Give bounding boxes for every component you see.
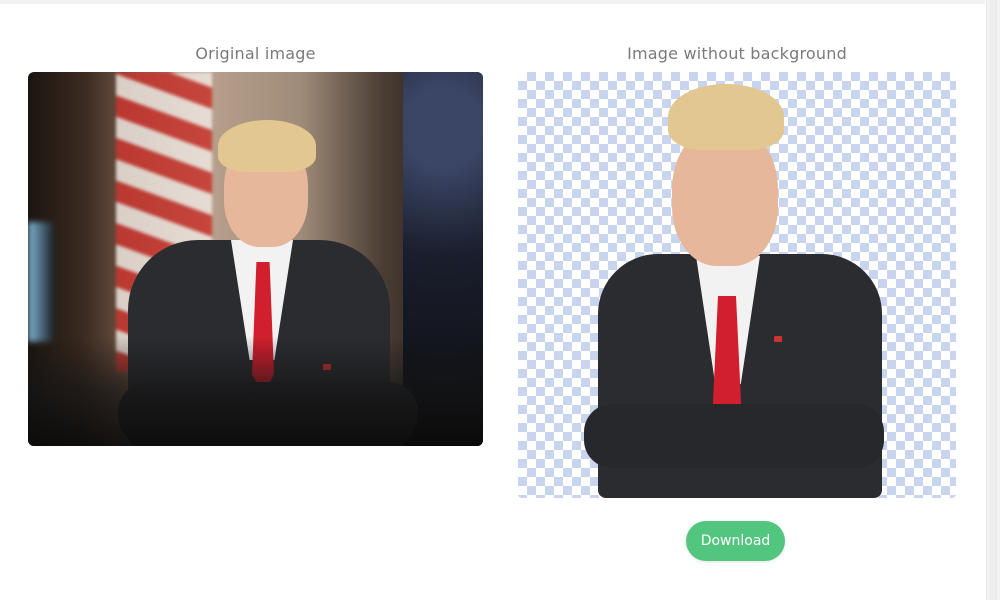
window-glow [28,222,54,342]
top-divider [0,0,985,4]
vertical-scrollbar[interactable] [986,0,1000,600]
page: Original image Image without background [0,0,1000,600]
cutout-person-figure [584,84,884,498]
scrollbar-thumb[interactable] [990,0,997,600]
download-button[interactable]: Download [686,521,785,561]
result-image-caption: Image without background [627,44,847,63]
background-removed-image [518,72,956,498]
original-image [28,72,483,446]
original-image-caption: Original image [195,44,316,63]
foreground-shadow [28,336,483,446]
